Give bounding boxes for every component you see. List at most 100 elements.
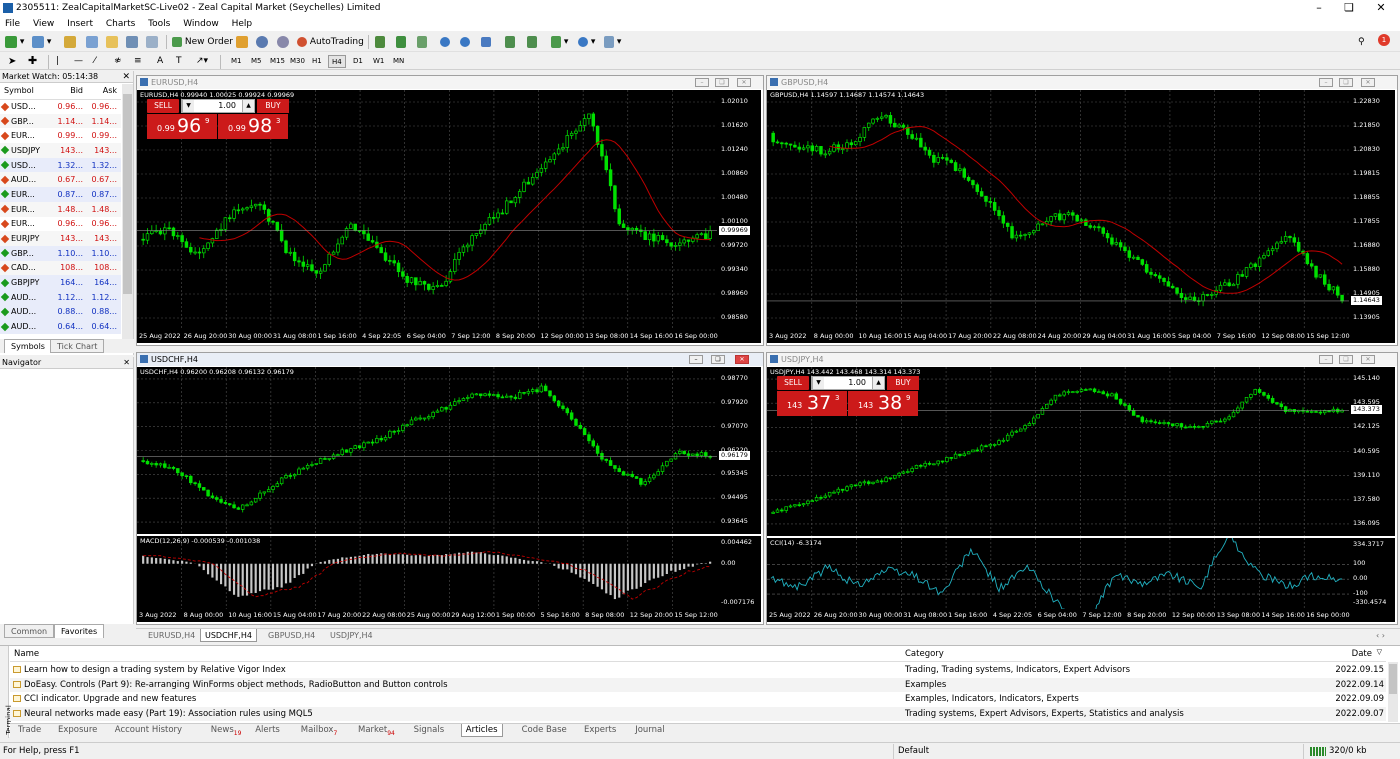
minimize-icon[interactable]: – (1319, 78, 1333, 87)
fibonacci-icon[interactable]: ≡ (134, 54, 142, 68)
lot-increase-icon[interactable]: ▲ (242, 100, 254, 112)
close-icon[interactable]: ✕ (735, 355, 749, 364)
timeframe-h1[interactable]: H1 (309, 55, 325, 68)
text-label-icon[interactable]: T (176, 54, 182, 68)
new-chart-icon[interactable]: ▾ (5, 35, 24, 49)
lot-decrease-icon[interactable]: ▼ (182, 100, 194, 112)
close-icon[interactable]: ✕ (122, 71, 130, 83)
trendline-icon[interactable]: ⁄ (94, 54, 96, 68)
tab-account-history[interactable]: Account History (111, 724, 186, 737)
market-watch-row[interactable]: AUD... 0.64... 0.64... (0, 319, 121, 334)
tab-symbols[interactable]: Symbols (4, 339, 52, 353)
market-watch-row[interactable]: GBP... 1.14... 1.14... (0, 113, 121, 129)
sell-price-box[interactable]: 0.99 96 9 (147, 114, 217, 139)
market-watch-row[interactable]: EURJPY 143... 143... (0, 231, 121, 246)
tab-articles[interactable]: Articles (460, 724, 503, 737)
terminal-scrollbar[interactable] (1388, 662, 1398, 722)
zoom-out-icon[interactable] (460, 35, 470, 49)
restore-icon[interactable]: ❏ (1339, 355, 1353, 364)
scrollbar-thumb[interactable] (123, 94, 132, 294)
close-icon[interactable]: ✕ (1361, 355, 1375, 364)
tab-tick-chart[interactable]: Tick Chart (50, 339, 105, 353)
menu-help[interactable]: Help (227, 17, 258, 31)
timeframe-h4[interactable]: H4 (328, 55, 346, 68)
column-header-symbol[interactable]: Symbol (0, 83, 52, 100)
price-plot[interactable]: USDCHF,H4 0.96200 0.96208 0.96132 0.9617… (137, 367, 717, 534)
market-watch-row[interactable]: AUD... 0.88... 0.88... (0, 304, 121, 320)
column-header-date[interactable]: Date (1352, 649, 1372, 659)
market-icon[interactable] (277, 35, 289, 49)
lot-increase-icon[interactable]: ▲ (872, 377, 884, 389)
chart-window-usdchf[interactable]: USDCHF,H4 – ❏ ✕ USDCHF,H4 0.96200 0.9620… (136, 352, 764, 625)
indicator-plot[interactable]: MACD(12,26,9) -0.000539 -0.001038 (137, 536, 717, 609)
lot-decrease-icon[interactable]: ▼ (812, 377, 824, 389)
restore-icon[interactable]: ❏ (1339, 78, 1353, 87)
buy-price-box[interactable]: 143 38 9 (848, 391, 918, 416)
timeframe-w1[interactable]: W1 (370, 55, 387, 68)
column-header-ask[interactable]: Ask (87, 83, 121, 100)
chart-shift-icon[interactable] (505, 35, 515, 49)
market-watch-row[interactable]: USD... 1.32... 1.32... (0, 157, 121, 173)
chart-window-eurusd[interactable]: EURUSD,H4 – ❏ ✕ EURUSD,H4 0.99940 1.0002… (136, 75, 764, 346)
minimize-icon[interactable]: – (1319, 355, 1333, 364)
candlestick-icon[interactable] (396, 35, 406, 49)
minimize-icon[interactable]: – (689, 355, 703, 364)
chart-window-usdjpy[interactable]: USDJPY,H4 – ❏ ✕ USDJPY,H4 143.442 143.46… (766, 352, 1398, 625)
search-icon[interactable]: ⚲ (1358, 35, 1365, 49)
market-watch-row[interactable]: AUD... 0.67... 0.67... (0, 172, 121, 188)
market-watch-row[interactable]: EUR... 1.48... 1.48... (0, 201, 121, 217)
tab-favorites[interactable]: Favorites (54, 624, 105, 638)
new-order-button[interactable]: New Order (172, 35, 233, 49)
cursor-icon[interactable]: ➤ (8, 55, 16, 69)
periods-icon[interactable]: ▾ (578, 35, 595, 49)
templates-icon[interactable]: ▾ (604, 35, 621, 49)
strategy-tester-icon[interactable] (146, 35, 158, 49)
notifications-icon[interactable]: 1 (1378, 33, 1394, 47)
tabs-scroll-icon[interactable]: ‹ › (1372, 629, 1389, 642)
menu-insert[interactable]: Insert (62, 17, 98, 31)
lot-size-input[interactable]: ▼ 1.00 ▲ (181, 99, 255, 113)
close-icon[interactable]: ✕ (123, 357, 130, 369)
vertical-line-icon[interactable]: | (56, 54, 59, 68)
text-icon[interactable]: A (157, 54, 163, 68)
minimize-icon[interactable]: – (695, 78, 709, 87)
chart-window-gbpusd[interactable]: GBPUSD,H4 – ❏ ✕ GBPUSD,H4 1.14597 1.1468… (766, 75, 1398, 346)
column-header-bid[interactable]: Bid (52, 83, 87, 100)
market-watch-row[interactable]: EUR... 0.96... 0.96... (0, 217, 121, 232)
menu-window[interactable]: Window (178, 17, 224, 31)
zoom-in-icon[interactable] (440, 35, 450, 49)
sell-price-box[interactable]: 143 37 3 (777, 391, 847, 416)
tile-windows-icon[interactable] (481, 35, 491, 49)
column-header-category[interactable]: Category (905, 649, 944, 659)
autotrading-button[interactable]: AutoTrading (297, 35, 364, 49)
navigator-icon[interactable] (106, 35, 118, 49)
close-icon[interactable]: ✕ (0, 717, 1, 723)
indicator-plot[interactable]: CCI(14) -6.3174 (767, 538, 1349, 609)
market-watch-row[interactable]: USDJPY 143... 143... (0, 143, 121, 158)
tab-code-base[interactable]: Code Base (518, 724, 571, 737)
market-watch-row[interactable]: GBP... 1.10... 1.10... (0, 245, 121, 261)
minimize-icon[interactable]: – (1304, 1, 1334, 14)
tab-market[interactable]: Market94 (354, 724, 399, 737)
tab-news[interactable]: News19 (207, 724, 246, 737)
market-watch-row[interactable]: USD... 0.96... 0.96... (0, 99, 121, 114)
bar-chart-icon[interactable] (375, 35, 385, 49)
chart-tab-eurusd[interactable]: EURUSD,H4 (144, 629, 199, 642)
horizontal-line-icon[interactable]: — (74, 54, 83, 68)
signals-icon[interactable] (256, 35, 268, 49)
tab-alerts[interactable]: Alerts (251, 724, 284, 737)
timeframe-m30[interactable]: M30 (287, 55, 308, 68)
column-header-name[interactable]: Name (14, 649, 39, 659)
close-icon[interactable]: ✕ (1361, 78, 1375, 87)
buy-button[interactable]: BUY (887, 376, 919, 390)
market-watch-scrollbar[interactable] (122, 84, 133, 341)
buy-price-box[interactable]: 0.99 98 3 (218, 114, 288, 139)
article-row[interactable]: Learn how to design a trading system by … (10, 663, 1386, 678)
tab-exposure[interactable]: Exposure (54, 724, 101, 737)
sort-icon[interactable]: ▽ (1377, 648, 1382, 656)
market-watch-row[interactable]: EUR... 0.87... 0.87... (0, 187, 121, 202)
sell-button[interactable]: SELL (147, 99, 179, 113)
article-row[interactable]: DoEasy. Controls (Part 9): Re-arranging … (10, 677, 1386, 692)
close-window-icon[interactable]: ✕ (1366, 1, 1396, 14)
tab-journal[interactable]: Journal (631, 724, 668, 737)
